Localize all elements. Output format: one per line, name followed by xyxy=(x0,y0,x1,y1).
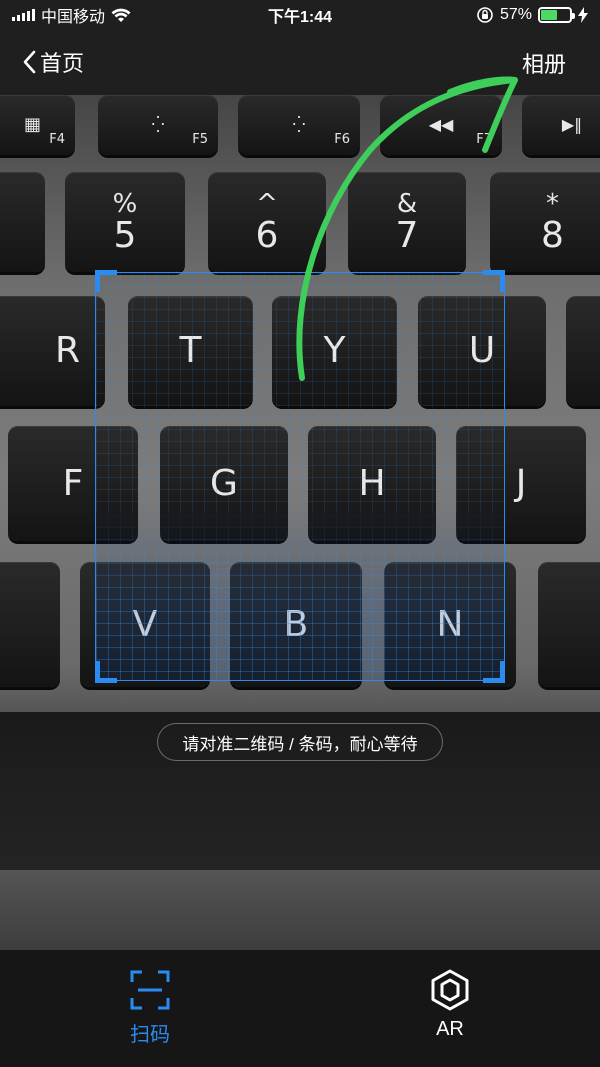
key-label: F5 xyxy=(192,132,208,147)
keyboard-key-i xyxy=(566,296,600,406)
keyboard-key-f8: ▶‖ xyxy=(522,95,600,155)
back-label: 首页 xyxy=(40,51,85,76)
key-letter: J xyxy=(515,462,527,504)
scan-corner-bottom-left xyxy=(95,661,117,683)
scan-icon xyxy=(130,970,170,1010)
keyboard-key-c xyxy=(0,562,60,687)
backlight-down-glyph: ⁛ xyxy=(151,115,165,135)
key-letter: F xyxy=(62,462,84,504)
wifi-icon xyxy=(111,8,131,22)
key-digit: 8 xyxy=(541,215,564,257)
signal-bars-icon xyxy=(12,9,35,21)
scan-hint: 请对准二维码 / 条码，耐心等待 xyxy=(157,723,443,761)
keyboard-key-4 xyxy=(0,172,45,272)
status-right: 57% xyxy=(476,6,588,24)
scan-grid-animation xyxy=(96,503,504,680)
rewind-glyph: ◀◀ xyxy=(428,115,454,135)
backlight-up-glyph: ⁛ xyxy=(292,115,306,135)
tab-bar: 扫码 AR xyxy=(0,950,600,1067)
album-button[interactable]: 相册 xyxy=(522,47,566,79)
key-label: F4 xyxy=(49,132,65,147)
chevron-left-icon xyxy=(23,50,36,74)
carrier-name: 中国移动 xyxy=(41,9,106,26)
key-symbol: & xyxy=(396,188,418,219)
status-left: 中国移动 xyxy=(12,3,131,27)
key-letter: R xyxy=(54,330,80,371)
keyboard-key-8: * 8 xyxy=(490,172,600,272)
tab-label: AR xyxy=(436,1018,464,1040)
key-label: F6 xyxy=(334,132,350,147)
scan-corner-top-right xyxy=(483,270,505,292)
charging-bolt-icon xyxy=(578,7,588,23)
laptop-edge xyxy=(0,870,600,950)
orientation-lock-icon xyxy=(477,7,493,23)
back-button[interactable]: 首页 xyxy=(22,46,84,78)
scan-corner-top-left xyxy=(95,270,117,292)
status-bar: 中国移动 下午1:44 57% xyxy=(0,0,600,30)
keyboard-key-f4: ▦ F4 xyxy=(0,95,75,155)
key-symbol: * xyxy=(546,188,559,219)
nav-bar: 首页 相册 xyxy=(0,40,600,84)
keyboard-key-f5: ⁛ F5 xyxy=(98,95,218,155)
scan-frame xyxy=(95,272,505,681)
key-symbol: ^ xyxy=(256,188,278,219)
key-digit: 5 xyxy=(113,215,137,257)
battery-icon xyxy=(538,7,575,23)
tab-scan[interactable]: 扫码 xyxy=(90,968,210,1047)
launchpad-glyph: ▦ xyxy=(23,114,41,136)
keyboard-key-7: & 7 xyxy=(348,172,466,272)
keyboard-key-6: ^ 6 xyxy=(208,172,326,272)
scan-grid-faint xyxy=(96,273,504,513)
ar-cube-icon xyxy=(431,969,469,1011)
key-label: F7 xyxy=(476,132,492,147)
key-digit: 7 xyxy=(395,215,419,257)
key-symbol: % xyxy=(112,188,138,219)
keyboard-key-f7: ◀◀ F7 xyxy=(380,95,502,155)
keyboard-key-m xyxy=(538,562,600,687)
battery-percent: 57% xyxy=(499,6,532,23)
keyboard-key-r: R xyxy=(0,296,105,406)
tab-ar[interactable]: AR xyxy=(390,968,510,1041)
keyboard-key-5: % 5 xyxy=(65,172,185,272)
play-pause-glyph: ▶‖ xyxy=(561,115,583,135)
battery-fill xyxy=(541,10,557,20)
keyboard-key-f6: ⁛ F6 xyxy=(238,95,360,155)
scan-corner-bottom-right xyxy=(483,661,505,683)
key-digit: 6 xyxy=(255,215,279,257)
tab-label: 扫码 xyxy=(130,1024,170,1046)
